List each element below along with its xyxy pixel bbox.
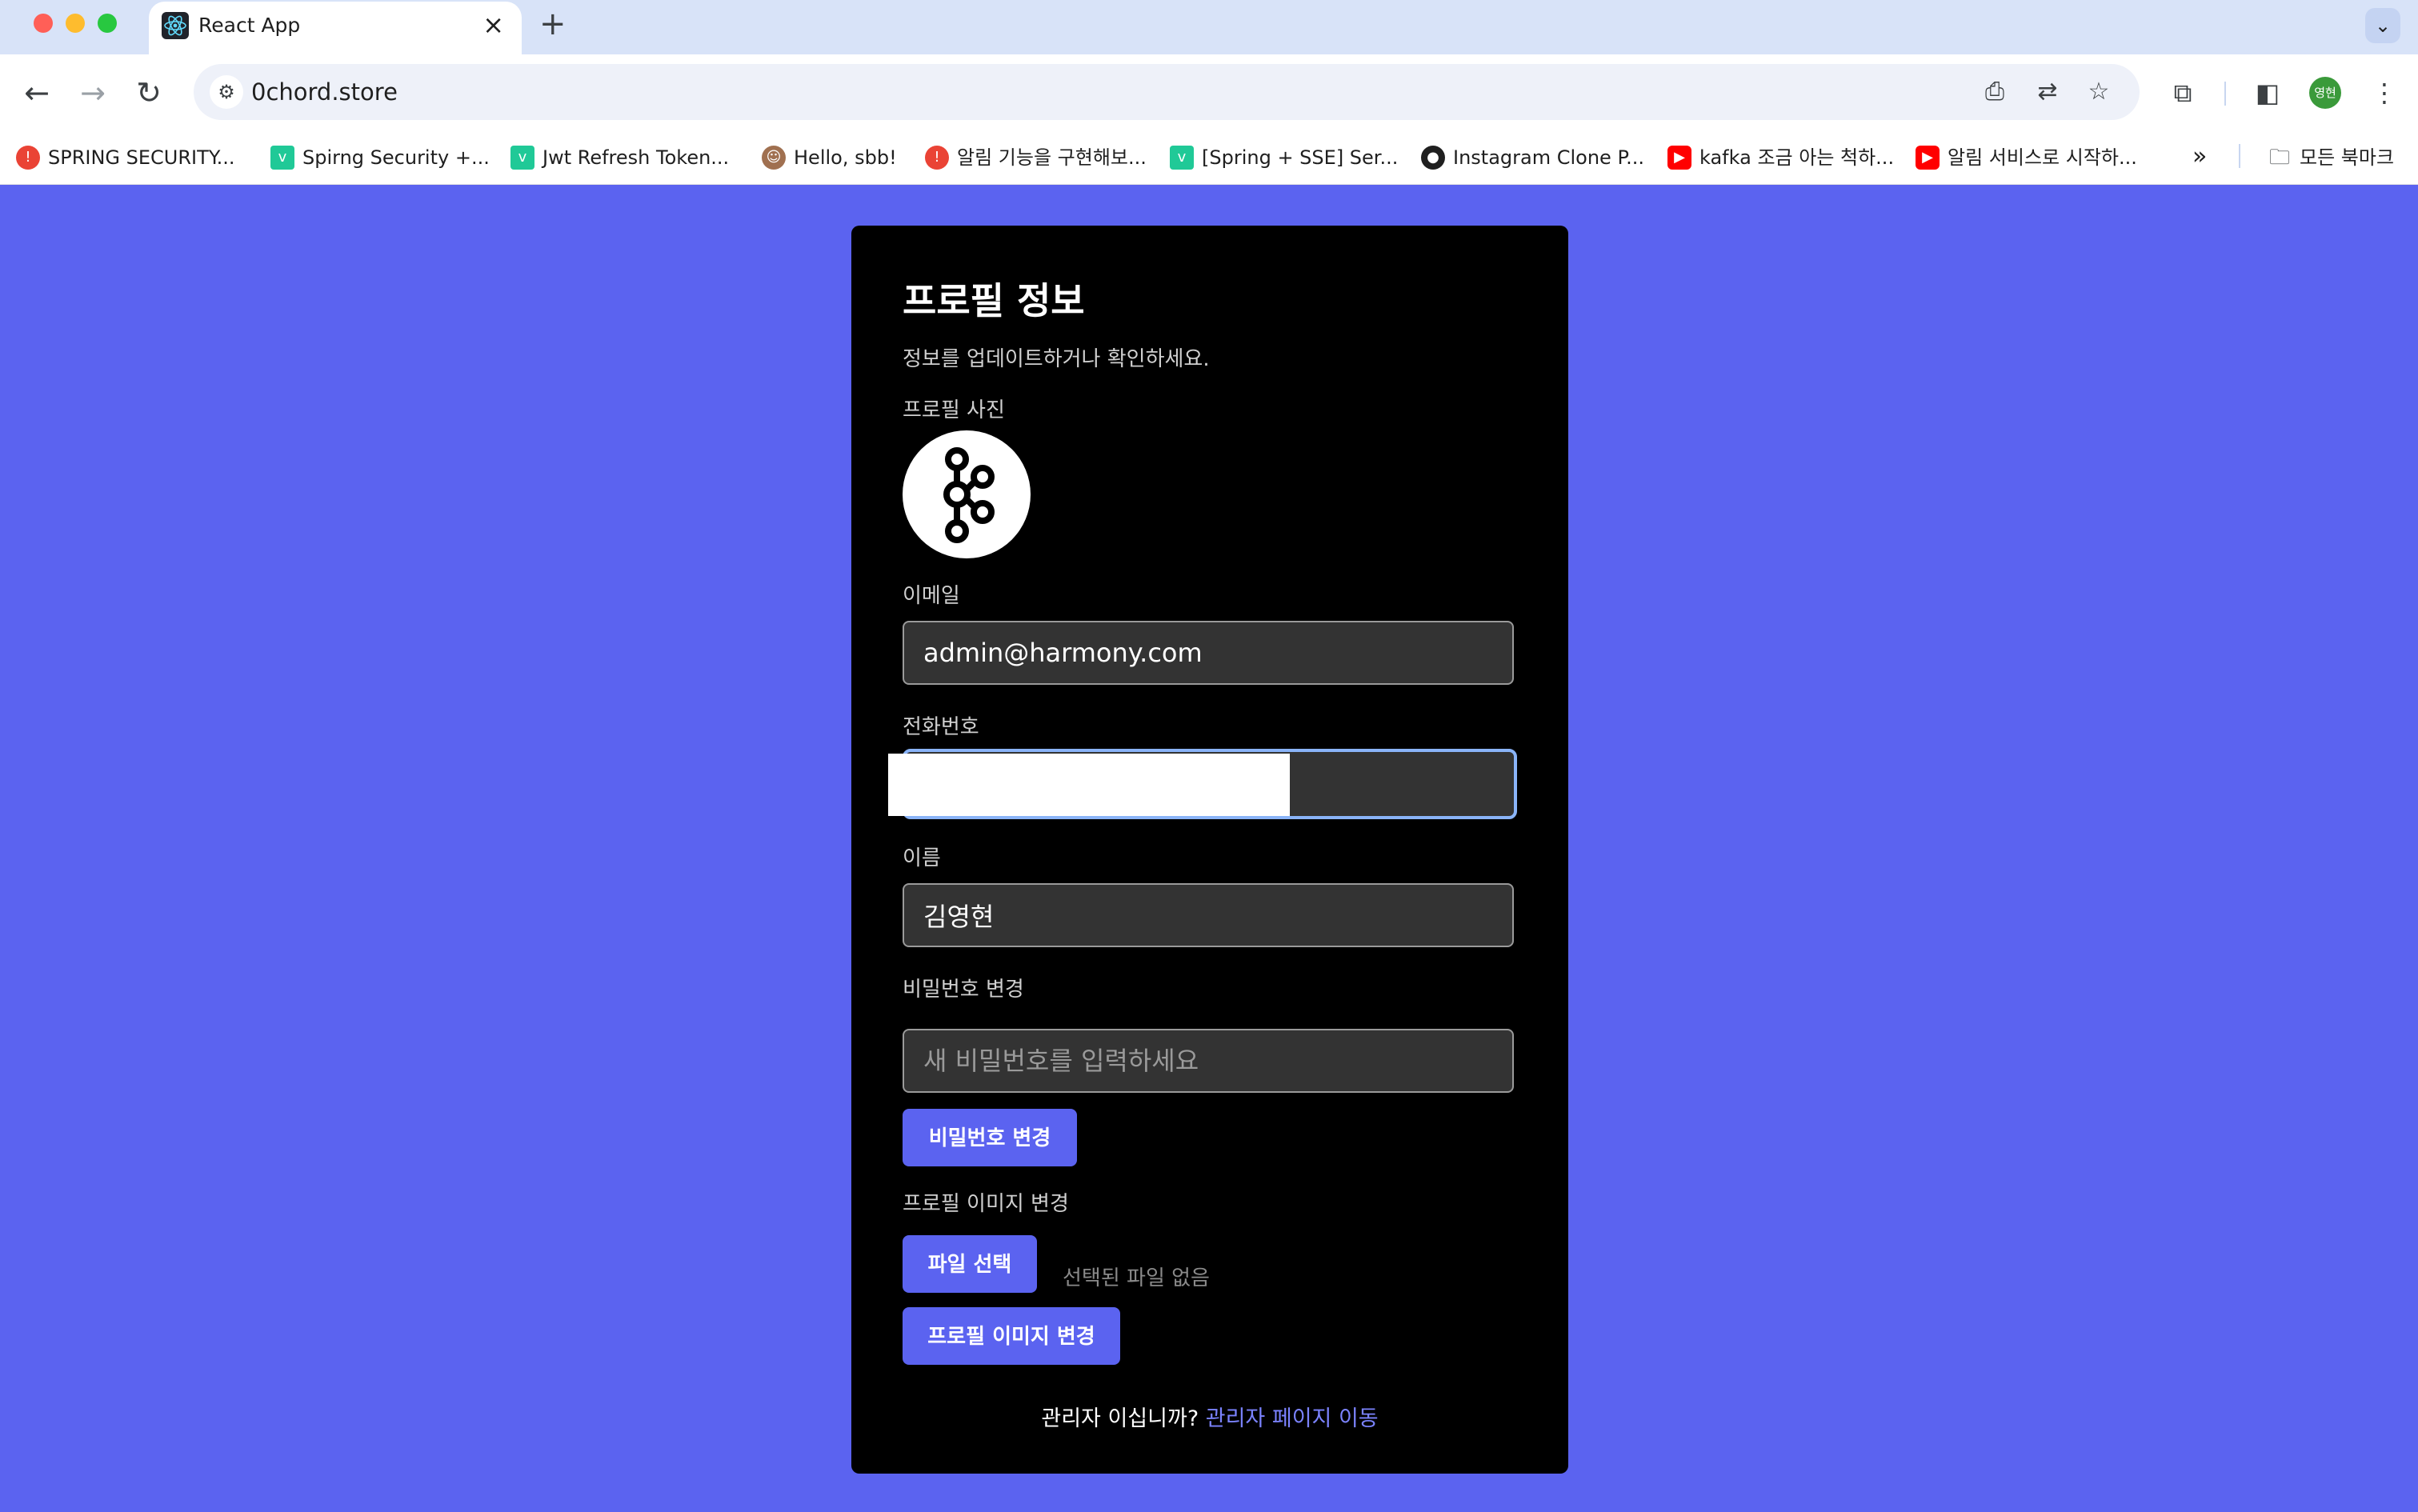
email-field[interactable] [903,621,1514,685]
bookmark-item[interactable]: ! 알림 기능을 구현해보... [925,142,1147,171]
forward-arrow-icon[interactable]: → [72,72,114,114]
admin-page-link[interactable]: 관리자 페이지 이동 [1206,1406,1379,1431]
github-icon: ● [1421,146,1445,170]
tab-search-chevron-icon[interactable]: ⌄ [2365,8,2400,43]
password-label: 비밀번호 변경 [903,978,1024,1002]
admin-prompt: 관리자 이십니까? 관리자 페이지 이동 [851,1405,1568,1434]
redacted-phone-value [888,754,1290,816]
tab-strip: React App × + ⌄ [0,0,2418,54]
new-tab-icon[interactable]: + [539,6,566,42]
youtube-icon: ▶ [1667,146,1691,170]
profile-avatar[interactable]: 영현 [2309,77,2341,109]
browser-toolbar: ← → ↻ ⚙ 0chord.store ⎙ ⇄ ☆ ⧉ ◧ 영현 ⋮ [0,54,2418,131]
back-arrow-icon[interactable]: ← [16,72,58,114]
bookmark-item[interactable]: ! SPRING SECURITY... [16,142,234,171]
kafka-logo-icon [943,447,995,543]
bookmark-item[interactable]: ▶ kafka 조금 아는 척하... [1667,142,1894,171]
change-password-button[interactable]: 비밀번호 변경 [903,1109,1077,1166]
maximize-window-button[interactable] [98,14,117,33]
extensions-icon[interactable]: ⧉ [2164,74,2202,112]
react-icon [162,12,189,39]
file-status-text: 선택된 파일 없음 [1063,1266,1210,1290]
profile-card: 프로필 정보 정보를 업데이트하거나 확인하세요. 프로필 사진 이메일 전화번… [851,226,1568,1474]
phone-label: 전화번호 [903,715,979,739]
url-text[interactable]: 0chord.store [251,78,398,106]
phone-field[interactable] [888,749,1517,819]
velog-icon: v [1170,146,1194,170]
minimize-window-button[interactable] [66,14,85,33]
bookmark-item[interactable]: ☺ Hello, sbb! [762,142,897,171]
close-window-button[interactable] [34,14,53,33]
active-tab[interactable]: React App × [149,2,522,54]
name-label: 이름 [903,846,941,870]
folder-icon: 🗀 [2268,146,2290,170]
install-app-icon[interactable]: ⎙ [1978,75,2012,109]
bookmark-item[interactable]: ● Instagram Clone P... [1421,142,1644,171]
file-select-button[interactable]: 파일 선택 [903,1235,1037,1293]
velog-icon: v [270,146,294,170]
tab-title: React App [198,14,301,37]
name-field[interactable] [903,883,1514,947]
red-circle-icon: ! [925,146,949,170]
bookmark-item[interactable]: ▶ 알림 서비스로 시작하... [1916,142,2137,171]
admin-question-text: 관리자 이십니까? [1041,1406,1199,1431]
bookmarks-bar: ! SPRING SECURITY... v Spirng Security +..… [0,131,2418,185]
velog-icon: v [510,146,534,170]
red-circle-icon: ! [16,146,40,170]
page-subtitle: 정보를 업데이트하거나 확인하세요. [903,347,1210,371]
more-bookmarks-chevron-icon[interactable]: » [2192,142,2207,171]
bookmarks-divider [2239,144,2240,168]
side-panel-icon[interactable]: ◧ [2248,74,2287,112]
bookmark-star-icon[interactable]: ☆ [2082,75,2116,109]
youtube-icon: ▶ [1916,146,1940,170]
address-bar[interactable]: ⚙ 0chord.store ⎙ ⇄ ☆ [194,64,2140,120]
email-label: 이메일 [903,584,960,608]
translate-icon[interactable]: ⇄ [2031,75,2064,109]
profile-photo-label: 프로필 사진 [903,398,1005,422]
site-info-icon[interactable]: ⚙ [210,75,243,109]
avatar-icon: ☺ [762,146,786,170]
new-password-field[interactable] [903,1029,1514,1093]
bookmark-item[interactable]: v Jwt Refresh Token... [510,142,729,171]
all-bookmarks-folder[interactable]: 🗀 모든 북마크 [2268,142,2394,171]
page-title: 프로필 정보 [903,279,1085,322]
toolbar-divider [2224,82,2226,106]
reload-icon[interactable]: ↻ [128,72,170,114]
profile-photo [903,430,1031,558]
close-tab-icon[interactable]: × [482,11,504,38]
bookmark-item[interactable]: v Spirng Security +... [270,142,490,171]
change-profile-image-button[interactable]: 프로필 이미지 변경 [903,1307,1120,1365]
menu-kebab-icon[interactable]: ⋮ [2365,74,2404,112]
bookmark-item[interactable]: v [Spring + SSE] Ser... [1170,142,1398,171]
profile-image-label: 프로필 이미지 변경 [903,1192,1069,1216]
